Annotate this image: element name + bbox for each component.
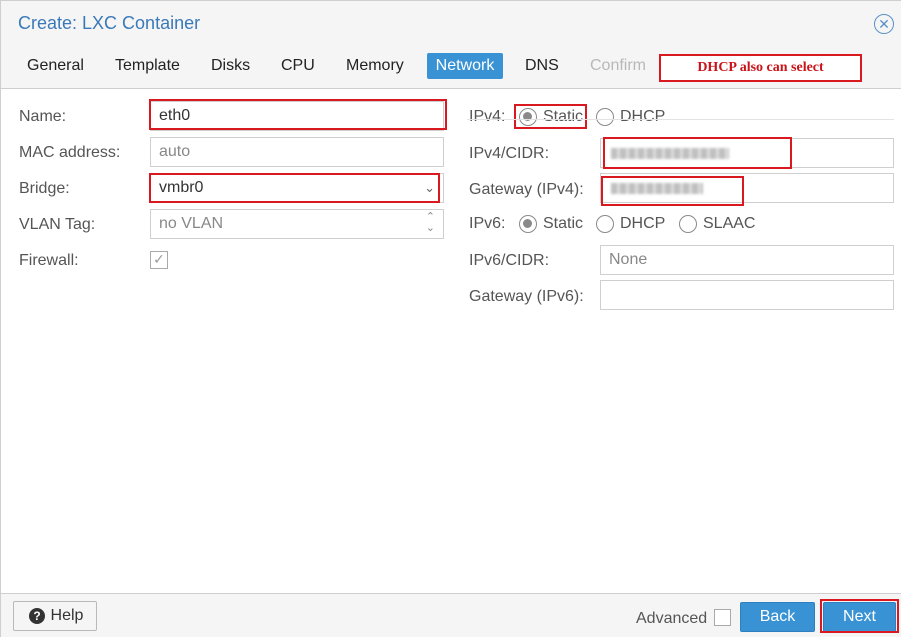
tab-dns[interactable]: DNS: [517, 53, 567, 79]
question-icon: ?: [29, 608, 45, 624]
gateway-ipv6-label: Gateway (IPv6):: [469, 288, 584, 305]
tab-cpu[interactable]: CPU: [273, 53, 323, 79]
ipv6-static-label[interactable]: Static: [543, 214, 583, 234]
ipv6-slaac-label[interactable]: SLAAC: [703, 214, 755, 234]
ipv6-cidr-input[interactable]: None: [600, 245, 894, 275]
back-button[interactable]: Back: [740, 602, 815, 632]
gateway-ipv6-input[interactable]: [600, 280, 894, 310]
mac-address-input[interactable]: auto: [150, 137, 444, 167]
ipv6-slaac-radio[interactable]: [679, 215, 697, 233]
spinner-icon[interactable]: ⌃ ⌄: [426, 212, 435, 234]
check-icon: ✓: [153, 251, 165, 267]
tab-template[interactable]: Template: [107, 53, 188, 79]
ipv6-cidr-label: IPv6/CIDR:: [469, 252, 550, 269]
gateway-ipv4-label: Gateway (IPv4):: [469, 181, 584, 198]
tab-memory[interactable]: Memory: [338, 53, 412, 79]
tab-network[interactable]: Network: [427, 53, 503, 79]
ipv4-cidr-label: IPv4/CIDR:: [469, 145, 550, 162]
highlight-box-ipv4-static: [514, 104, 587, 129]
vlan-tag-placeholder: no VLAN: [159, 215, 224, 232]
annotation-callout: DHCP also can select: [659, 54, 862, 82]
help-button[interactable]: ? Help: [13, 601, 97, 631]
tab-confirm: Confirm: [590, 57, 647, 74]
highlight-box-bridge: [149, 173, 440, 203]
ipv4-dhcp-label[interactable]: DHCP: [620, 107, 665, 127]
advanced-checkbox[interactable]: [714, 609, 731, 626]
vlan-tag-input[interactable]: no VLAN ⌃ ⌄: [150, 209, 444, 239]
section-divider: [467, 119, 894, 120]
ipv6-dhcp-label[interactable]: DHCP: [620, 214, 665, 234]
bridge-label: Bridge:: [19, 180, 70, 197]
mac-address-label: MAC address:: [19, 144, 121, 161]
firewall-checkbox[interactable]: ✓: [150, 251, 168, 269]
ipv4-dhcp-radio[interactable]: [596, 108, 614, 126]
tab-general[interactable]: General: [19, 53, 92, 79]
name-label: Name:: [19, 108, 67, 125]
tab-disks[interactable]: Disks: [203, 53, 258, 79]
ipv4-label: IPv4:: [469, 108, 506, 125]
highlight-box-next: [820, 599, 899, 633]
highlight-box-name: [149, 99, 447, 130]
advanced-label: Advanced: [636, 610, 708, 627]
highlight-box-ipv4-cidr: [603, 137, 792, 169]
highlight-box-gateway-ipv4: [601, 176, 744, 206]
title-bar: Create: LXC Container ✕: [1, 1, 901, 45]
help-button-label: Help: [50, 607, 84, 624]
ipv6-dhcp-radio[interactable]: [596, 215, 614, 233]
dialog-title: Create: LXC Container: [18, 13, 201, 33]
firewall-label: Firewall:: [19, 252, 79, 269]
close-icon[interactable]: ✕: [874, 14, 894, 34]
create-lxc-dialog: Create: LXC Container ✕ General Template…: [0, 0, 901, 637]
vlan-tag-label: VLAN Tag:: [19, 216, 96, 233]
ipv6-static-radio[interactable]: [519, 215, 537, 233]
ipv6-label: IPv6:: [469, 215, 506, 232]
